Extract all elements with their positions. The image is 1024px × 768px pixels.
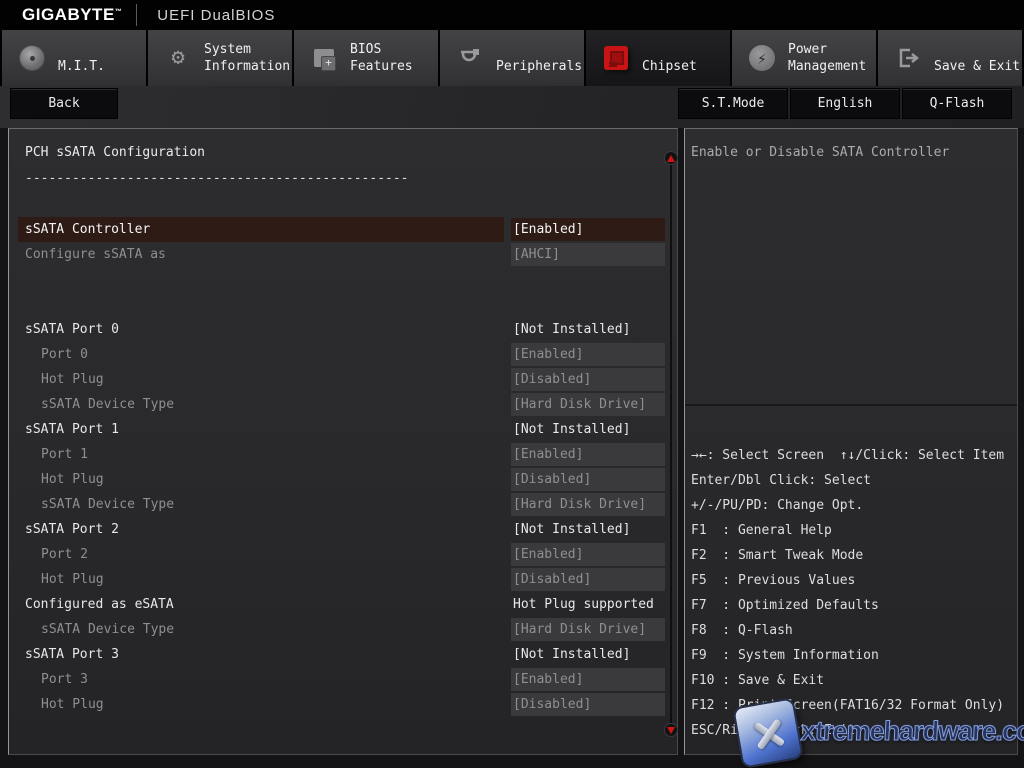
setting-row-ssata-port-3[interactable]: sSATA Port 3 [Not Installed] — [9, 642, 677, 667]
tab-system-information[interactable]: ⚙ System Information — [148, 30, 292, 86]
chipset-icon — [602, 44, 630, 72]
q-flash-button[interactable]: Q-Flash — [902, 88, 1012, 119]
mit-icon — [18, 44, 46, 72]
legend-f10: F10 : Save & Exit — [691, 668, 1015, 693]
tab-peripherals[interactable]: Peripherals — [440, 30, 584, 86]
system-information-icon: ⚙ — [164, 44, 192, 72]
save-exit-icon — [894, 44, 922, 72]
rows-spacer — [9, 267, 677, 317]
setting-row-device-type-0[interactable]: sSATA Device Type [Hard Disk Drive] — [9, 392, 677, 417]
setting-row-configure-ssata-as[interactable]: Configure sSATA as [AHCI] — [9, 242, 677, 267]
setting-row-ssata-controller[interactable]: sSATA Controller [Enabled] — [9, 217, 677, 242]
tab-bios-features[interactable]: BIOS Features — [294, 30, 438, 86]
help-section: Enable or Disable SATA Controller — [685, 129, 1017, 406]
back-button[interactable]: Back — [10, 88, 118, 119]
language-button[interactable]: English — [790, 88, 900, 119]
setting-row-ssata-port-1[interactable]: sSATA Port 1 [Not Installed] — [9, 417, 677, 442]
setting-row-device-type-1[interactable]: sSATA Device Type [Hard Disk Drive] — [9, 492, 677, 517]
power-management-icon: ⚡ — [748, 44, 776, 72]
legend-f2: F2 : Smart Tweak Mode — [691, 543, 1015, 568]
page-title: PCH sSATA Configuration — [25, 145, 205, 160]
setting-row-hot-plug-2[interactable]: Hot Plug [Disabled] — [9, 567, 677, 592]
setting-row-ssata-port-0[interactable]: sSATA Port 0 [Not Installed] — [9, 317, 677, 342]
legend-f9: F9 : System Information — [691, 643, 1015, 668]
st-mode-button[interactable]: S.T.Mode — [678, 88, 788, 119]
bios-screen: GIGABYTE™ UEFI DualBIOS M.I.T. ⚙ System … — [0, 0, 1024, 768]
toolbar-row: Back S.T.Mode English Q-Flash — [0, 86, 1024, 128]
setting-row-port-3[interactable]: Port 3 [Enabled] — [9, 667, 677, 692]
legend-f7: F7 : Optimized Defaults — [691, 593, 1015, 618]
topbar-divider — [136, 4, 137, 26]
tab-bar: M.I.T. ⚙ System Information BIOS Feature… — [0, 30, 1024, 86]
tab-mit[interactable]: M.I.T. — [2, 30, 146, 86]
scroll-down-arrow-icon[interactable] — [664, 723, 678, 737]
setting-row-port-2[interactable]: Port 2 [Enabled] — [9, 542, 677, 567]
legend-enter-select: Enter/Dbl Click: Select — [691, 468, 1015, 493]
setting-row-hot-plug-1[interactable]: Hot Plug [Disabled] — [9, 467, 677, 492]
top-bar: GIGABYTE™ UEFI DualBIOS — [0, 0, 1024, 30]
setting-row-ssata-port-2[interactable]: sSATA Port 2 [Not Installed] — [9, 517, 677, 542]
gigabyte-logo: GIGABYTE™ — [22, 5, 122, 25]
settings-list: sSATA Controller [Enabled] Configure sSA… — [9, 217, 677, 717]
scroll-up-arrow-icon[interactable] — [664, 151, 678, 165]
peripherals-icon — [456, 44, 484, 72]
trademark-symbol: ™ — [115, 8, 123, 15]
legend-f8: F8 : Q-Flash — [691, 618, 1015, 643]
setting-row-port-0[interactable]: Port 0 [Enabled] — [9, 342, 677, 367]
title-divider: ----------------------------------------… — [25, 171, 409, 186]
legend-select-screen: →←: Select Screen ↑↓/Click: Select Item — [691, 443, 1015, 468]
tab-chipset[interactable]: Chipset — [586, 30, 730, 86]
help-text: Enable or Disable SATA Controller — [691, 145, 949, 160]
scrollbar-track[interactable] — [670, 165, 672, 725]
help-panel: Enable or Disable SATA Controller →←: Se… — [684, 128, 1018, 755]
legend-f5: F5 : Previous Values — [691, 568, 1015, 593]
setting-row-device-type-2[interactable]: sSATA Device Type [Hard Disk Drive] — [9, 617, 677, 642]
setting-row-port-1[interactable]: Port 1 [Enabled] — [9, 442, 677, 467]
tab-save-exit[interactable]: Save & Exit — [878, 30, 1022, 86]
legend-f12: F12 : Print Screen(FAT16/32 Format Only) — [691, 693, 1015, 718]
setting-row-hot-plug-0[interactable]: Hot Plug [Disabled] — [9, 367, 677, 392]
bios-features-icon — [310, 44, 338, 72]
legend-esc: ESC/Right Click: Exit — [691, 718, 1015, 743]
key-legend: →←: Select Screen ↑↓/Click: Select Item … — [691, 443, 1015, 743]
legend-f1: F1 : General Help — [691, 518, 1015, 543]
legend-change-opt: +/-/PU/PD: Change Opt. — [691, 493, 1015, 518]
settings-panel: PCH sSATA Configuration ----------------… — [8, 128, 678, 755]
tab-power-management[interactable]: ⚡ Power Management — [732, 30, 876, 86]
setting-row-configured-as-esata[interactable]: Configured as eSATA Hot Plug supported — [9, 592, 677, 617]
product-title: UEFI DualBIOS — [157, 7, 275, 24]
setting-row-hot-plug-3[interactable]: Hot Plug [Disabled] — [9, 692, 677, 717]
